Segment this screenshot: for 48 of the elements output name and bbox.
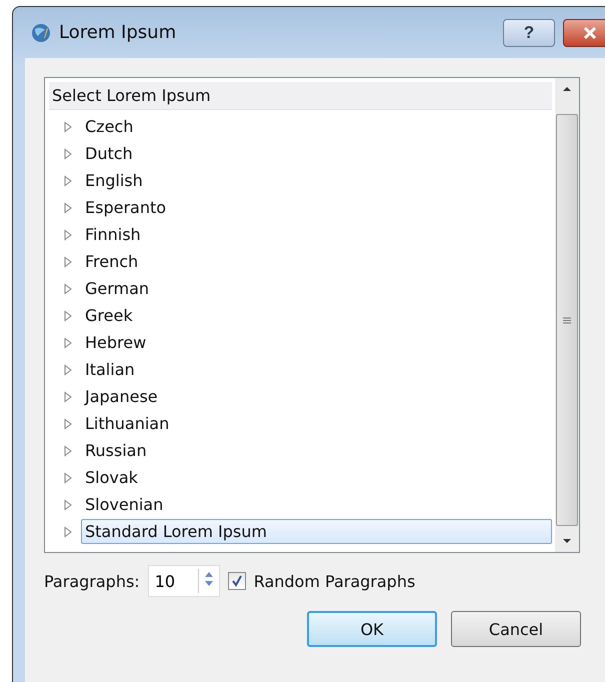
expand-arrow-icon[interactable] [63,526,73,538]
close-button[interactable] [563,18,605,46]
expand-arrow-icon[interactable] [63,390,73,402]
paragraphs-spinbox[interactable]: 10 [148,565,220,597]
expand-arrow-icon[interactable] [63,364,73,376]
list-item[interactable]: German [81,276,154,301]
scroll-up-icon[interactable] [562,86,572,92]
scrollbar[interactable] [555,78,579,552]
list-item[interactable]: Russian [81,438,151,463]
expand-arrow-icon[interactable] [63,282,73,294]
expand-arrow-icon[interactable] [63,120,73,132]
list-item[interactable]: Slovenian [81,492,168,517]
list-item[interactable]: Hebrew [81,330,150,355]
list-item[interactable]: English [81,168,147,193]
close-icon [582,26,598,38]
list-item[interactable]: Italian [81,357,139,382]
expand-arrow-icon[interactable] [63,148,73,160]
checkbox[interactable] [228,572,246,590]
expand-arrow-icon[interactable] [63,256,73,268]
list-item[interactable]: Japanese [81,384,162,409]
list-item[interactable]: Finnish [81,222,145,247]
scrollbar-thumb[interactable] [556,114,578,526]
expand-arrow-icon[interactable] [63,498,73,510]
list-item[interactable]: Slovak [81,465,142,490]
scroll-down-icon[interactable] [562,538,572,544]
help-button[interactable]: ? [503,18,555,46]
dialog-button[interactable]: Cancel [451,611,581,647]
checkbox-label[interactable]: Random Paragraphs [254,572,416,590]
expand-arrow-icon[interactable] [63,202,73,214]
list-item[interactable]: French [81,249,142,274]
list-item[interactable]: Lithuanian [81,411,174,436]
expand-arrow-icon[interactable] [63,336,73,348]
globe-icon [31,22,51,42]
expand-arrow-icon[interactable] [63,310,73,322]
window-title: Lorem Ipsum [59,22,176,43]
dialog-button[interactable]: OK [307,611,437,647]
list-item[interactable]: Esperanto [81,195,170,220]
expand-arrow-icon[interactable] [63,418,73,430]
expand-arrow-icon[interactable] [63,174,73,186]
list-item[interactable]: Dutch [81,141,137,166]
list-item[interactable]: Greek [81,303,137,328]
expand-arrow-icon[interactable] [63,228,73,240]
paragraphs-label: Paragraphs: [44,572,140,590]
list-item[interactable]: Czech [81,114,138,139]
expand-arrow-icon[interactable] [63,472,73,484]
list-header: Select Lorem Ipsum [49,82,552,110]
list-item[interactable]: Standard Lorem Ipsum [81,519,552,544]
expand-arrow-icon[interactable] [63,444,73,456]
